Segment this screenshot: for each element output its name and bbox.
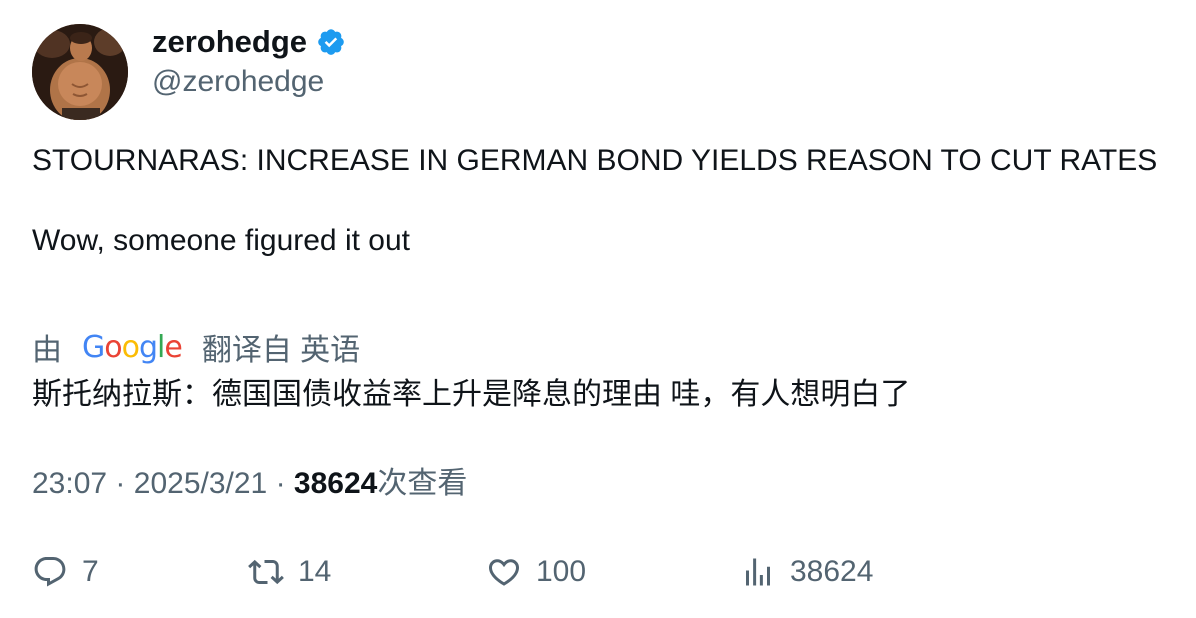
analytics-icon — [746, 558, 770, 586]
tweet-actions-bar: 7 14 100 38624 — [32, 552, 1162, 592]
tweet-metadata: 23:07 · 2025/3/21 · 38624次查看 — [32, 464, 467, 504]
retweet-button[interactable]: 14 — [248, 552, 331, 592]
translation-attribution: 由 Google 翻译自 英语 — [32, 327, 361, 368]
google-logo-letter: g — [138, 329, 158, 365]
reply-count: 7 — [82, 555, 99, 588]
translated-from-label: 翻译自 英语 — [201, 334, 361, 367]
tweet-time[interactable]: 23:07 — [32, 467, 107, 500]
google-logo-letter: o — [121, 329, 140, 365]
like-button[interactable]: 100 — [486, 552, 586, 592]
translation-by-label: 由 — [32, 334, 62, 367]
author-name[interactable]: zerohedge — [152, 22, 346, 62]
google-logo-letter: o — [104, 329, 122, 365]
tweet-date[interactable]: 2025/3/21 — [134, 467, 267, 500]
meta-separator: · — [115, 467, 126, 500]
retweet-count: 14 — [298, 555, 332, 588]
verified-badge-icon — [316, 27, 346, 57]
google-logo: Google — [82, 329, 183, 365]
google-logo-letter: G — [82, 329, 105, 365]
author-avatar[interactable] — [32, 24, 128, 120]
translated-text: 斯托纳拉斯：德国国债收益率上升是降息的理由 哇，有人想明白了 — [32, 378, 911, 411]
google-logo-letter: e — [164, 329, 182, 365]
meta-separator: · — [275, 467, 286, 500]
tweet-text: STOURNARAS: INCREASE IN GERMAN BOND YIEL… — [32, 144, 1158, 257]
author-handle[interactable]: @zerohedge — [152, 62, 324, 102]
views-action-count: 38624 — [790, 555, 874, 588]
views-count: 38624 — [293, 467, 378, 500]
reply-icon — [34, 557, 66, 587]
heart-icon — [488, 559, 520, 586]
views-label: 次查看 — [377, 467, 468, 500]
retweet-icon — [248, 559, 284, 585]
avatar-image — [32, 24, 128, 120]
like-count: 100 — [536, 555, 587, 588]
author-name-text: zerohedge — [152, 24, 308, 59]
reply-button[interactable]: 7 — [32, 552, 99, 592]
views-button[interactable]: 38624 — [740, 552, 873, 592]
